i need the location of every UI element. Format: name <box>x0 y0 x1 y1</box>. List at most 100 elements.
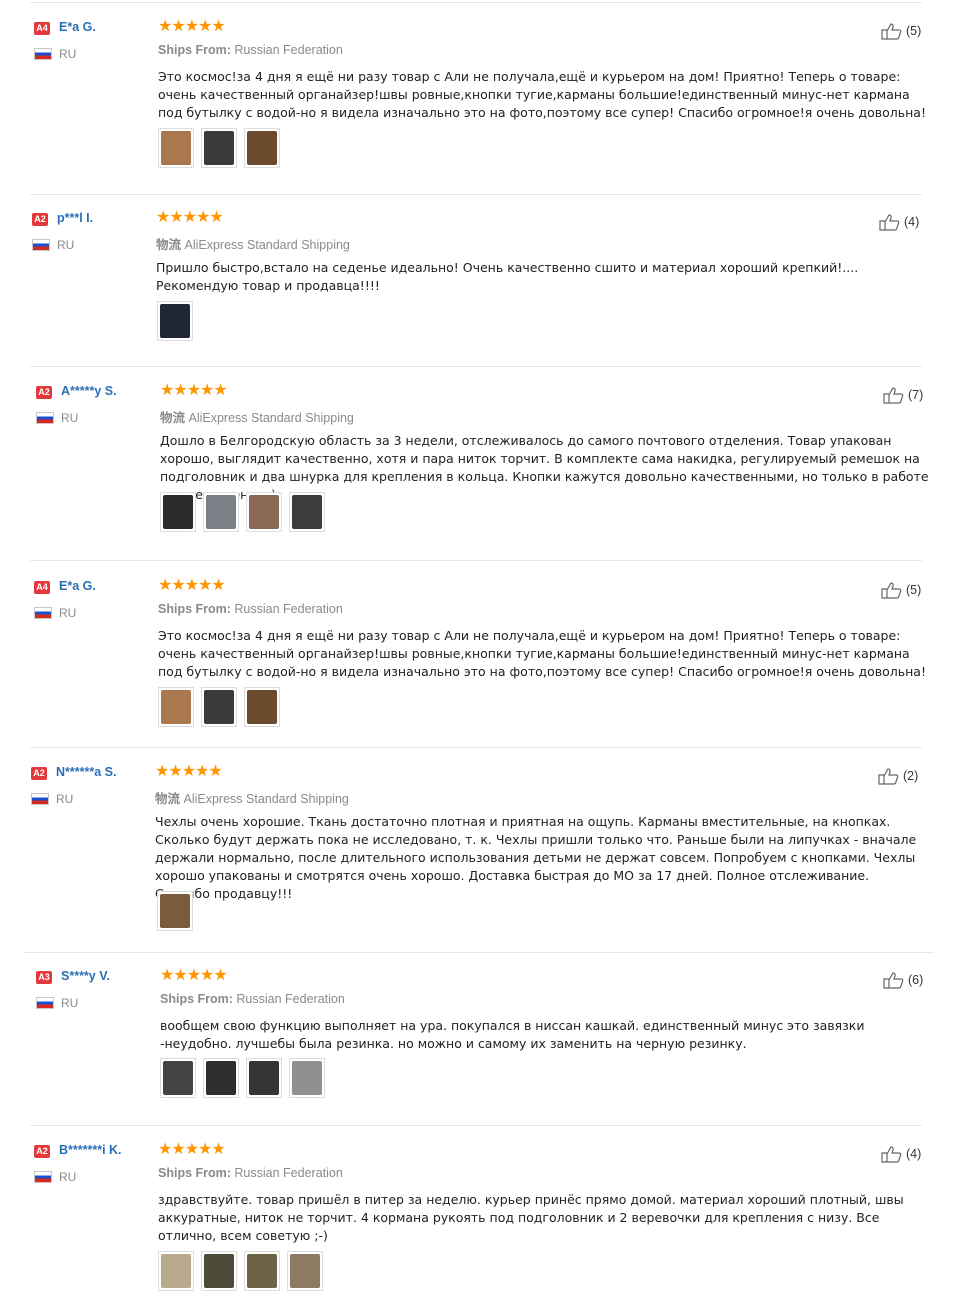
review-item: A3 S****y V. RU ★★★★★ Ships From: Russia… <box>0 955 960 1123</box>
thumbs-up-icon <box>878 768 899 785</box>
helpful-count: (4) <box>904 215 920 229</box>
reviewer-name[interactable]: S****y V. <box>61 969 110 983</box>
russia-flag-icon <box>34 607 52 619</box>
review-photo[interactable] <box>158 687 194 727</box>
review-item: A2 A*****y S. RU ★★★★★ 物流 AliExpress Sta… <box>0 370 960 558</box>
review-photo[interactable] <box>201 1251 237 1291</box>
helpful-count: (5) <box>906 583 922 597</box>
reviewer-name[interactable]: p***l I. <box>57 211 93 225</box>
photo-image <box>249 495 279 529</box>
helpful-button[interactable]: (4) <box>880 1145 921 1163</box>
helpful-button[interactable]: (5) <box>880 581 921 599</box>
buyer-level-badge: A2 <box>36 386 52 399</box>
reviewer-country: RU <box>59 47 77 61</box>
buyer-level-badge: A3 <box>36 971 52 984</box>
helpful-count: (5) <box>906 24 922 38</box>
helpful-button[interactable]: (6) <box>882 971 923 989</box>
photo-image <box>163 1061 193 1095</box>
photo-image <box>204 690 234 724</box>
shipping-info: Ships From: Russian Federation <box>158 43 343 57</box>
review-item: A2 B*******i K. RU ★★★★★ Ships From: Rus… <box>0 1129 960 1304</box>
thumbs-up-icon <box>881 1146 902 1163</box>
star-rating: ★★★★★ <box>160 965 228 984</box>
buyer-level-badge: A2 <box>34 1145 50 1158</box>
review-photo[interactable] <box>246 492 282 532</box>
photo-image <box>160 894 190 928</box>
review-photo[interactable] <box>158 1251 194 1291</box>
helpful-count: (2) <box>903 769 919 783</box>
shipping-value: Russian Federation <box>234 602 343 616</box>
reviewer-name[interactable]: E*a G. <box>59 20 96 34</box>
reviewer-country: RU <box>57 238 75 252</box>
shipping-label: 物流 <box>155 792 181 806</box>
review-photo[interactable] <box>201 687 237 727</box>
shipping-label: Ships From: <box>158 1166 231 1180</box>
review-photo[interactable] <box>246 1058 282 1098</box>
buyer-level-badge: A2 <box>32 213 48 226</box>
review-item: A4 E*a G. RU ★★★★★ Ships From: Russian F… <box>0 6 960 192</box>
reviewer-name[interactable]: A*****y S. <box>61 384 117 398</box>
review-photo[interactable] <box>160 492 196 532</box>
helpful-count: (4) <box>906 1147 922 1161</box>
helpful-count: (7) <box>908 388 924 402</box>
review-photos <box>157 891 193 931</box>
shipping-value: AliExpress Standard Shipping <box>184 238 350 252</box>
photo-image <box>247 1254 277 1288</box>
shipping-label: 物流 <box>160 411 186 425</box>
star-rating: ★★★★★ <box>156 207 224 226</box>
photo-image <box>161 131 191 165</box>
russia-flag-icon <box>32 239 50 251</box>
thumbs-up-icon <box>879 214 900 231</box>
star-rating: ★★★★★ <box>158 1139 226 1158</box>
reviewer-name[interactable]: B*******i K. <box>59 1143 122 1157</box>
photo-image <box>206 495 236 529</box>
reviewer-name[interactable]: E*a G. <box>59 579 96 593</box>
review-photo[interactable] <box>157 891 193 931</box>
reviewer-name[interactable]: N******a S. <box>56 765 116 779</box>
divider <box>30 560 922 561</box>
photo-image <box>161 1254 191 1288</box>
review-photo[interactable] <box>201 128 237 168</box>
russia-flag-icon <box>34 48 52 60</box>
helpful-button[interactable]: (2) <box>877 767 918 785</box>
shipping-value: Russian Federation <box>234 43 343 57</box>
review-photo[interactable] <box>160 1058 196 1098</box>
photo-image <box>206 1061 236 1095</box>
review-photo[interactable] <box>158 128 194 168</box>
review-text: вообщем свою функцию выполняет на ура. п… <box>160 1018 865 1051</box>
photo-image <box>163 495 193 529</box>
photo-image <box>247 690 277 724</box>
review-photos <box>157 301 193 341</box>
review-photo[interactable] <box>244 687 280 727</box>
photo-image <box>290 1254 320 1288</box>
photo-image <box>204 1254 234 1288</box>
helpful-count: (6) <box>908 973 924 987</box>
shipping-info: Ships From: Russian Federation <box>158 1166 343 1180</box>
helpful-button[interactable]: (7) <box>882 386 923 404</box>
reviewer-country: RU <box>56 792 74 806</box>
thumbs-up-icon <box>881 23 902 40</box>
review-photos <box>160 1058 325 1098</box>
divider <box>30 1125 922 1126</box>
helpful-button[interactable]: (4) <box>878 213 919 231</box>
russia-flag-icon <box>31 793 49 805</box>
review-text: здравствуйте. товар пришёл в питер за не… <box>158 1192 904 1243</box>
photo-image <box>161 690 191 724</box>
review-photo[interactable] <box>157 301 193 341</box>
review-text: Пришло быстро,встало на седенье идеально… <box>156 260 859 293</box>
shipping-info: 物流 AliExpress Standard Shipping <box>155 788 349 807</box>
star-rating: ★★★★★ <box>158 575 226 594</box>
review-photo[interactable] <box>203 492 239 532</box>
review-photo[interactable] <box>244 1251 280 1291</box>
review-photo[interactable] <box>244 128 280 168</box>
review-photo[interactable] <box>203 1058 239 1098</box>
review-photo[interactable] <box>289 1058 325 1098</box>
divider <box>24 952 934 953</box>
shipping-value: AliExpress Standard Shipping <box>183 792 349 806</box>
reviewer-country: RU <box>61 996 79 1010</box>
helpful-button[interactable]: (5) <box>880 22 921 40</box>
review-photo[interactable] <box>287 1251 323 1291</box>
shipping-value: Russian Federation <box>236 992 345 1006</box>
review-text: Это космос!за 4 дня я ещё ни разу товар … <box>158 628 926 679</box>
review-photo[interactable] <box>289 492 325 532</box>
